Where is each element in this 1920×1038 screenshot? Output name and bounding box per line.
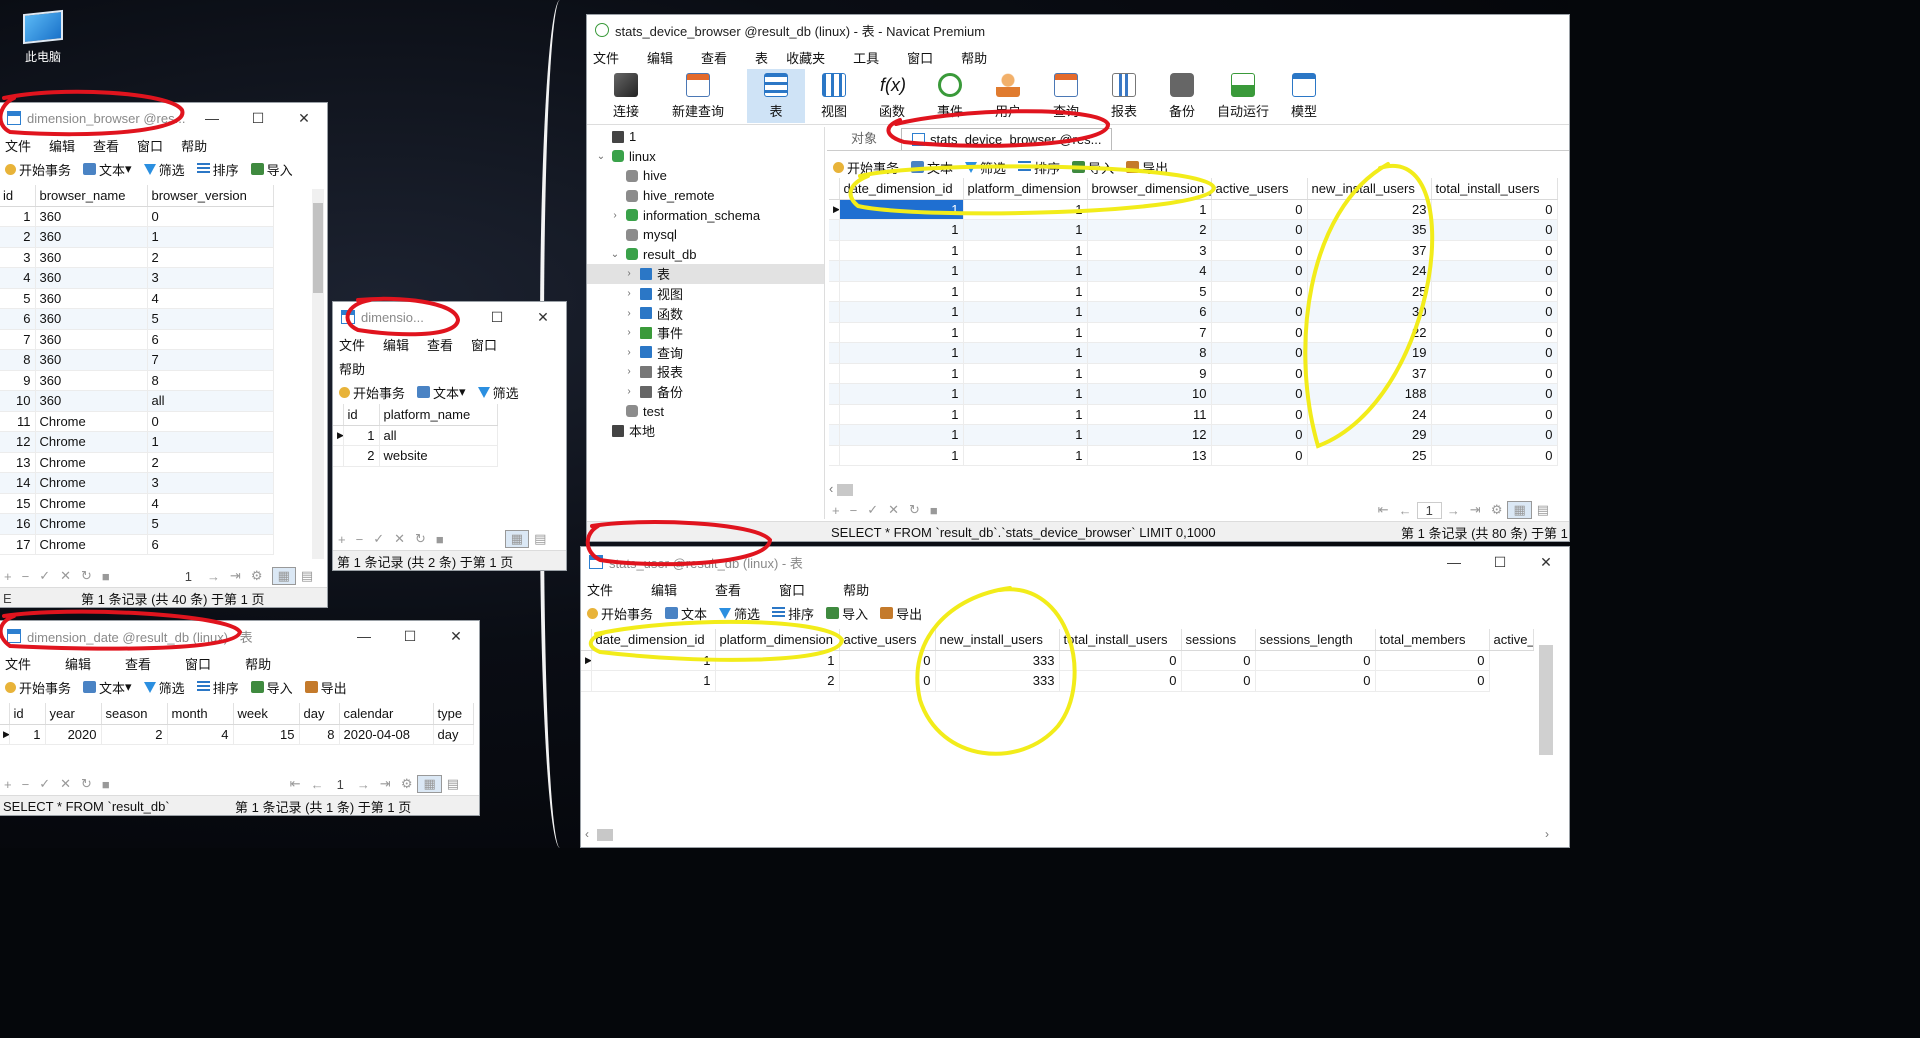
yellow-circle-annotation — [848, 164, 1217, 216]
annotation-overlay — [0, 89, 1435, 756]
red-circle-annotation — [886, 109, 1110, 148]
yellow-circle-annotation — [589, 619, 845, 662]
yellow-circle-annotation — [1303, 162, 1435, 449]
red-circle-annotation — [345, 296, 461, 337]
yellow-circle-annotation — [915, 586, 1077, 756]
red-circle-annotation — [585, 520, 773, 567]
red-circle-annotation — [0, 89, 185, 137]
red-circle-annotation — [0, 609, 243, 651]
